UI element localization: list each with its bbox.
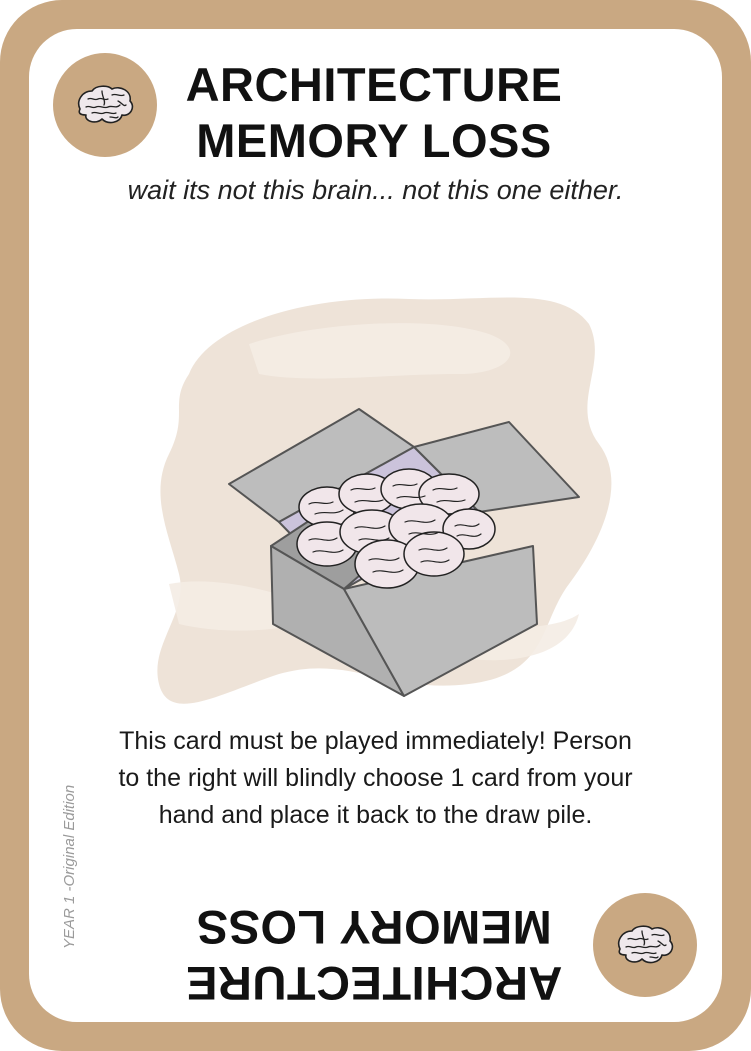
card-title-inverted: ARCHITECTURE MEMORY LOSS	[139, 899, 609, 1011]
brain-icon	[617, 925, 674, 964]
brain-icon	[77, 85, 134, 124]
bottom-badge	[593, 893, 697, 997]
rules-line-3: hand and place it back to the draw pile.	[158, 801, 593, 829]
title-line-2-inverted: MEMORY LOSS	[196, 901, 552, 954]
card-rules-text: This card must be played immediately! Pe…	[89, 723, 662, 834]
card-subtitle: wait its not this brain... not this one …	[127, 175, 624, 205]
card-title: ARCHITECTURE MEMORY LOSS	[139, 57, 609, 169]
edition-label: YEAR 1 -Original Edition	[61, 784, 78, 949]
card-face: ARCHITECTURE MEMORY LOSS wait its not th…	[29, 29, 722, 1022]
rules-line-1: This card must be played immediately! Pe…	[119, 727, 632, 755]
title-line-1: ARCHITECTURE	[185, 58, 563, 111]
title-line-1-inverted: ARCHITECTURE	[185, 957, 563, 1010]
rules-line-2: to the right will blindly choose 1 card …	[118, 764, 633, 792]
card-border: ARCHITECTURE MEMORY LOSS wait its not th…	[0, 0, 751, 1051]
title-line-2: MEMORY LOSS	[196, 114, 552, 167]
box-of-brains-illustration	[157, 297, 612, 704]
